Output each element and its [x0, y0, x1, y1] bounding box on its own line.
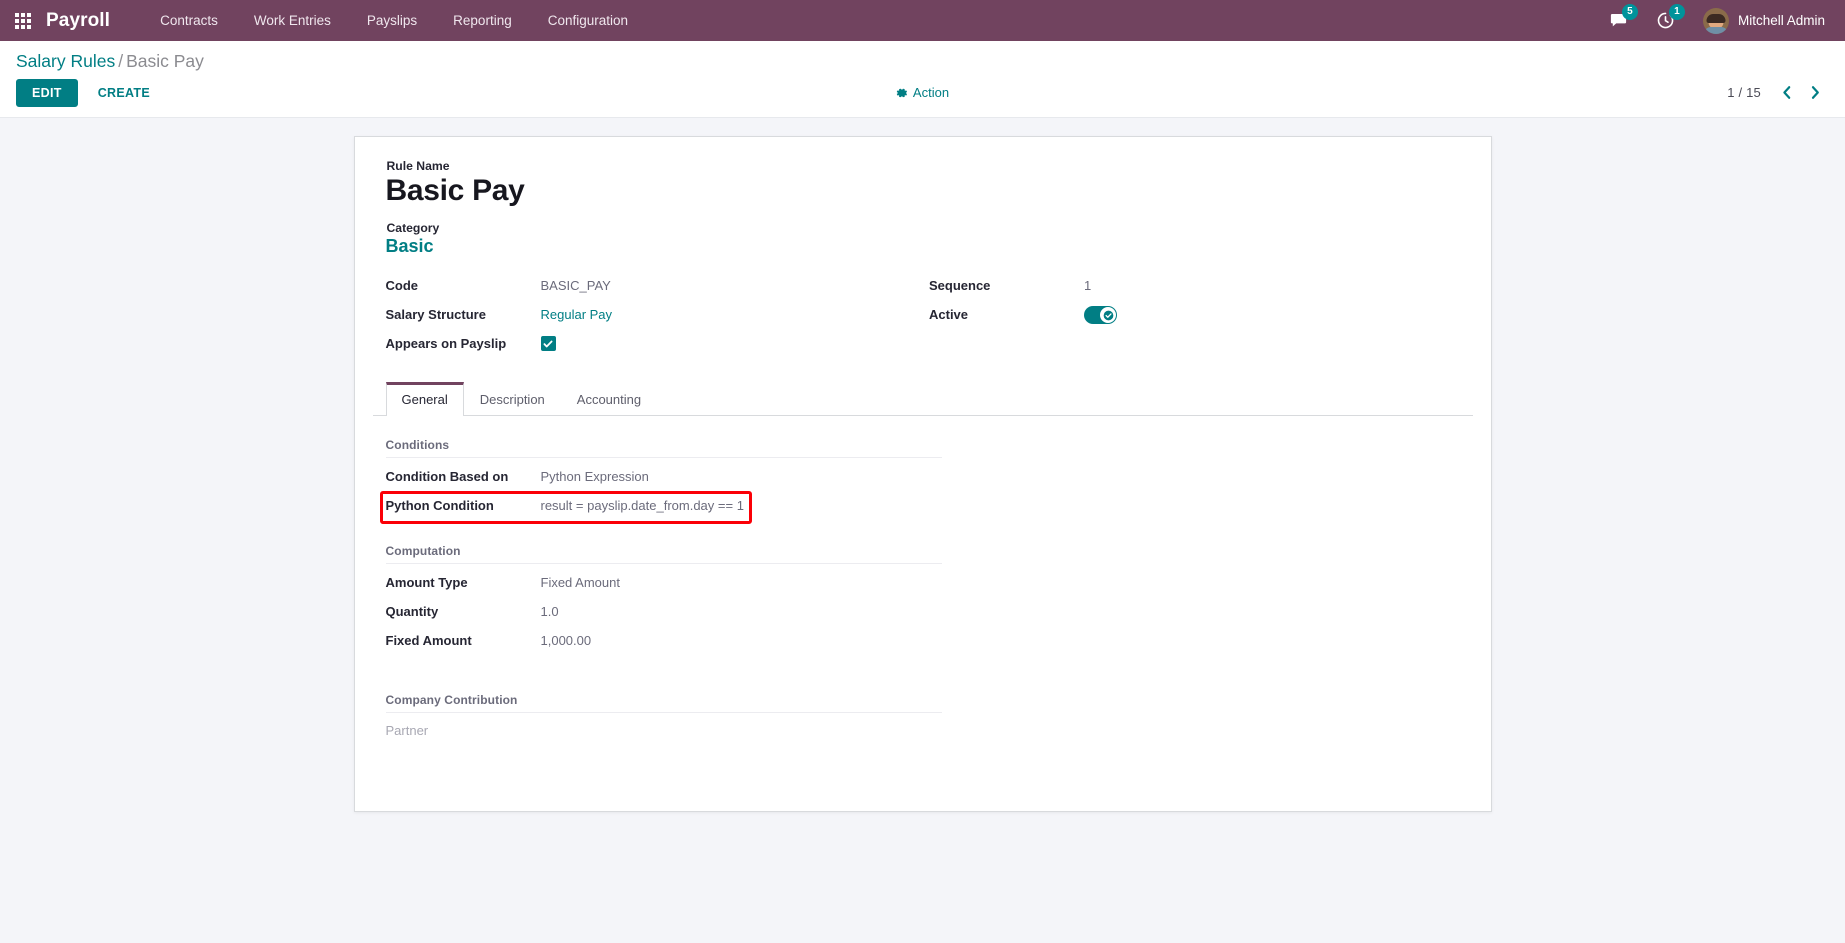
amount-type-label: Amount Type — [385, 575, 468, 591]
field-row-quantity: Quantity 1.0 — [386, 599, 942, 628]
field-row-sequence: Sequence 1 — [929, 273, 1473, 302]
category-label: Category — [386, 220, 440, 235]
appears-on-payslip-checkbox[interactable] — [540, 336, 556, 352]
menu-payslips[interactable]: Payslips — [349, 0, 435, 41]
partner-label: Partner — [385, 723, 429, 739]
breadcrumb-salary-rules[interactable]: Salary Rules — [16, 51, 115, 71]
condition-based-on-label: Condition Based on — [385, 469, 509, 485]
field-row-condition-based-on: Condition Based on Python Expression — [386, 464, 942, 493]
tab-general[interactable]: General — [385, 382, 464, 417]
menu-reporting[interactable]: Reporting — [435, 0, 530, 41]
toggle-knob — [1100, 307, 1116, 324]
field-row-fixed-amount: Fixed Amount 1,000.00 — [386, 628, 942, 657]
action-menu-label: Action — [912, 85, 950, 101]
conditions-group: Conditions Condition Based on Python Exp… — [385, 438, 942, 522]
edit-button[interactable]: EDIT — [16, 78, 78, 107]
tab-accounting[interactable]: Accounting — [561, 382, 657, 416]
chevron-right-icon — [1811, 86, 1819, 100]
chevron-left-icon — [1783, 86, 1791, 100]
code-label: Code — [385, 278, 419, 294]
create-button[interactable]: CREATE — [84, 79, 164, 107]
apps-menu-toggle[interactable] — [0, 0, 46, 41]
top-navbar: Payroll Contracts Work Entries Payslips … — [0, 0, 1845, 41]
pager-previous-button[interactable] — [1773, 84, 1800, 101]
activities-menu[interactable]: 1 — [1642, 0, 1689, 41]
messages-menu[interactable]: 5 — [1595, 0, 1642, 41]
navbar-systray: 5 1 Mitchell Admin — [1595, 0, 1831, 41]
field-row-appears-on-payslip: Appears on Payslip — [386, 331, 930, 360]
python-condition-value: result = payslip.date_from.day == 1 — [540, 498, 744, 514]
form-sheet: Rule Name Basic Pay Category Basic Code … — [353, 136, 1492, 812]
app-brand-payroll[interactable]: Payroll — [46, 0, 120, 41]
menu-configuration[interactable]: Configuration — [530, 0, 646, 41]
quantity-label: Quantity — [385, 604, 439, 620]
field-row-salary-structure: Salary Structure Regular Pay — [386, 302, 930, 331]
gear-icon — [896, 88, 907, 98]
header-fields-left-column: Code BASIC_PAY Salary Structure Regular … — [386, 273, 930, 360]
check-circle-icon — [1103, 310, 1113, 320]
condition-based-on-value: Python Expression — [540, 469, 649, 485]
check-icon — [543, 340, 553, 347]
sequence-value: 1 — [1084, 278, 1092, 294]
breadcrumb: Salary Rules / Basic Pay — [0, 41, 1845, 75]
pager: 1 / 15 — [1727, 84, 1829, 101]
apps-grid-icon — [15, 12, 31, 29]
rule-name-value: Basic Pay — [385, 174, 525, 207]
appears-on-payslip-label: Appears on Payslip — [385, 336, 507, 352]
messages-badge: 5 — [1621, 4, 1638, 20]
menu-contracts[interactable]: Contracts — [142, 0, 236, 41]
fixed-amount-label: Fixed Amount — [385, 633, 472, 649]
avatar — [1702, 7, 1729, 34]
fixed-amount-value: 1,000.00 — [540, 633, 592, 649]
salary-structure-label: Salary Structure — [385, 307, 486, 323]
menu-work-entries[interactable]: Work Entries — [236, 0, 349, 41]
pager-next-button[interactable] — [1802, 84, 1829, 101]
field-row-active: Active — [929, 302, 1473, 331]
computation-title: Computation — [385, 544, 942, 565]
code-value: BASIC_PAY — [540, 278, 611, 294]
conditions-title: Conditions — [385, 438, 942, 459]
header-fields-right-column: Sequence 1 Active — [929, 273, 1473, 360]
company-contribution-group: Company Contribution Partner — [385, 693, 942, 740]
breadcrumb-current-record: Basic Pay — [126, 51, 204, 71]
user-menu[interactable]: Mitchell Admin — [1689, 0, 1831, 41]
tab-description[interactable]: Description — [464, 382, 561, 416]
notebook: General Description Accounting Condition… — [372, 382, 1473, 740]
quantity-value: 1.0 — [540, 604, 559, 620]
form-view-area: Rule Name Basic Pay Category Basic Code … — [0, 118, 1845, 942]
field-row-amount-type: Amount Type Fixed Amount — [386, 570, 942, 599]
field-row-code: Code BASIC_PAY — [386, 273, 930, 302]
active-label: Active — [929, 307, 969, 323]
field-row-python-condition: Python Condition result = payslip.date_f… — [386, 493, 942, 522]
notebook-tabs: General Description Accounting — [372, 382, 1473, 417]
category-value[interactable]: Basic — [386, 236, 1473, 258]
active-toggle[interactable] — [1084, 306, 1117, 325]
rule-name-label: Rule Name — [386, 159, 450, 173]
pager-value: 1 / 15 — [1727, 85, 1761, 101]
control-panel-buttons: EDIT CREATE Action 1 / 15 — [0, 75, 1845, 117]
header-fields-group: Code BASIC_PAY Salary Structure Regular … — [373, 273, 1473, 360]
computation-group: Computation Amount Type Fixed Amount Qua… — [385, 544, 942, 657]
tab-pane-general: Conditions Condition Based on Python Exp… — [373, 416, 1473, 740]
control-panel: Salary Rules / Basic Pay EDIT CREATE Actio… — [0, 41, 1845, 118]
sequence-label: Sequence — [929, 278, 991, 294]
python-condition-label: Python Condition — [385, 498, 494, 514]
amount-type-value: Fixed Amount — [540, 575, 621, 591]
activities-badge: 1 — [1668, 4, 1685, 20]
breadcrumb-separator: / — [118, 51, 124, 71]
action-menu[interactable]: Action — [890, 81, 955, 104]
salary-structure-value[interactable]: Regular Pay — [541, 305, 613, 325]
company-contribution-title: Company Contribution — [385, 693, 942, 714]
user-name: Mitchell Admin — [1737, 13, 1825, 28]
